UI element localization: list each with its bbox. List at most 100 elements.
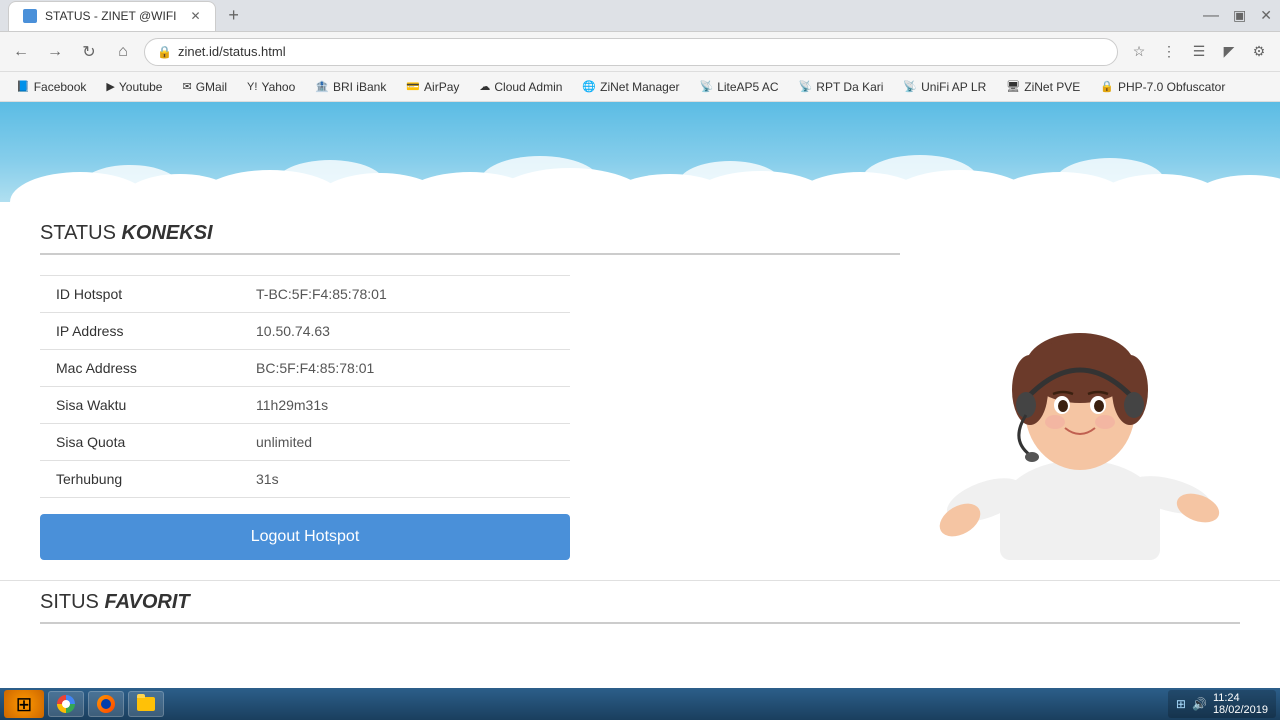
forward-button[interactable]: → [42,39,68,65]
field-value: BC:5F:F4:85:78:01 [240,350,570,387]
bookmark-icon: Y! [247,81,257,93]
bookmark-bri-ibank[interactable]: 🏦BRI iBank [307,78,394,96]
bookmark-label: Youtube [119,80,163,94]
support-image [920,222,1240,560]
table-row: IP Address10.50.74.63 [40,313,570,350]
field-label: Sisa Waktu [40,387,240,424]
bookmark-cloud-admin[interactable]: ☁ Cloud Admin [471,78,570,96]
field-label: IP Address [40,313,240,350]
bookmark-label: RPT Da Kari [816,80,883,94]
taskbar-explorer[interactable] [128,691,164,717]
bookmarks-bar: 📘 Facebook ▶ Youtube ✉GMail Y! Yahoo 🏦BRI iBank… [0,72,1280,102]
field-value: 11h29m31s [240,387,570,424]
url-text: zinet.id/status.html [178,44,286,59]
status-section: STATUS KONEKSI ID HotspotT-BC:5F:F4:85:7… [40,222,900,560]
bookmark-label: Cloud Admin [494,80,562,94]
sidebar-toggle-button[interactable]: ◤ [1216,39,1242,65]
bookmark-php-7.0-obfuscator[interactable]: 🔒 PHP-7.0 Obfuscator [1092,78,1233,96]
taskbar-firefox[interactable] [88,691,124,717]
menu-button[interactable]: ⋮ [1156,39,1182,65]
close-button[interactable]: ✕ [1260,7,1272,25]
bookmark-icon: 🖥 [1006,80,1020,93]
support-person-illustration [930,280,1230,560]
bookmark-label: PHP-7.0 Obfuscator [1118,80,1225,94]
bookmark-label: ZiNet PVE [1024,80,1080,94]
tab-close-button[interactable]: ✕ [191,9,201,23]
bookmark-zinet-manager[interactable]: 🌐 ZiNet Manager [574,78,687,96]
field-value: unlimited [240,424,570,461]
bookmark-label: AirPay [424,80,459,94]
clock: 11:24 18/02/2019 [1213,692,1268,716]
bookmark-icon: 💳 [406,80,420,93]
bookmark-label: BRI iBank [333,80,386,94]
folder-tab-icon [137,694,145,698]
bottom-section: SITUS FAVORIT [0,580,1280,644]
bookmark-icon: ▶ [106,80,114,93]
tab-favicon [23,9,37,23]
bookmark-icon: ☁ [479,80,490,93]
info-table: ID HotspotT-BC:5F:F4:85:78:01IP Address1… [40,275,570,498]
section-title-koneksi: STATUS KONEKSI [40,222,900,255]
chrome-icon [57,695,75,713]
chrome-icon-inner [62,700,70,708]
lock-icon: 🔒 [157,45,172,59]
field-label: Mac Address [40,350,240,387]
taskbar: ⊞ ⊞ 🔊 11:24 18/02/2019 [0,688,1280,720]
extensions-button[interactable]: ⚙ [1246,39,1272,65]
bookmark-label: Yahoo [261,80,295,94]
back-button[interactable]: ← [8,39,34,65]
bookmark-label: UniFi AP LR [921,80,986,94]
tab-title: STATUS - ZINET @WIFI [45,9,177,23]
logout-button[interactable]: Logout Hotspot [40,514,570,560]
browser-titlebar: STATUS - ZINET @WIFI ✕ + ― ▣ ✕ [0,0,1280,32]
bookmark-label: ZiNet Manager [600,80,679,94]
address-bar[interactable]: 🔒 zinet.id/status.html [144,38,1118,66]
minimize-button[interactable]: ― [1203,7,1219,25]
bookmark-label: GMail [196,80,227,94]
bookmark-icon: 📡 [799,80,813,93]
new-tab-button[interactable]: + [220,2,248,30]
table-row: Sisa Quotaunlimited [40,424,570,461]
firefox-icon-inner [101,699,111,709]
field-label: Sisa Quota [40,424,240,461]
firefox-icon [97,695,115,713]
restore-button[interactable]: ▣ [1233,7,1246,25]
page-content: STATUS KONEKSI ID HotspotT-BC:5F:F4:85:7… [0,102,1280,688]
bookmark-zinet-pve[interactable]: 🖥 ZiNet PVE [998,78,1088,96]
sky-banner [0,102,1280,202]
cloud-decoration [0,152,1280,202]
reload-button[interactable]: ↻ [76,39,102,65]
bookmark-facebook[interactable]: 📘 Facebook [8,78,94,96]
section-title-situs: SITUS FAVORIT [40,591,1240,624]
bookmark-gmail[interactable]: ✉GMail [174,78,235,96]
taskbar-chrome[interactable] [48,691,84,717]
system-tray: ⊞ 🔊 11:24 18/02/2019 [1168,690,1276,718]
bookmark-label: Facebook [34,80,87,94]
bookmark-airpay[interactable]: 💳 AirPay [398,78,467,96]
bookmark-rpt-da-kari[interactable]: 📡RPT Da Kari [791,78,892,96]
bookmark-icon: 📘 [16,80,30,93]
window-controls: ― ▣ ✕ [1203,7,1272,25]
bookmark-unifi-ap-lr[interactable]: 📡UniFi AP LR [895,78,994,96]
home-button[interactable]: ⌂ [110,39,136,65]
field-value: T-BC:5F:F4:85:78:01 [240,276,570,313]
windows-icon: ⊞ [16,692,33,717]
bookmark-icon: 📡 [700,80,714,93]
bookmark-youtube[interactable]: ▶ Youtube [98,78,170,96]
bookmark-icon: 🌐 [582,80,596,93]
bookmarks-button[interactable]: ☆ [1126,39,1152,65]
start-button[interactable]: ⊞ [4,690,44,718]
bookmark-label: LiteAP5 AC [717,80,778,94]
bookmark-icon: 🔒 [1100,80,1114,93]
bookmark-yahoo[interactable]: Y! Yahoo [239,78,303,96]
volume-icon: 🔊 [1192,697,1207,711]
reader-button[interactable]: ☰ [1186,39,1212,65]
bookmark-liteap5-ac[interactable]: 📡LiteAP5 AC [692,78,787,96]
table-row: Mac AddressBC:5F:F4:85:78:01 [40,350,570,387]
clock-date: 18/02/2019 [1213,704,1268,716]
active-tab[interactable]: STATUS - ZINET @WIFI ✕ [8,1,216,31]
field-label: ID Hotspot [40,276,240,313]
field-value: 10.50.74.63 [240,313,570,350]
clock-time: 11:24 [1213,692,1268,704]
table-row: Terhubung31s [40,461,570,498]
